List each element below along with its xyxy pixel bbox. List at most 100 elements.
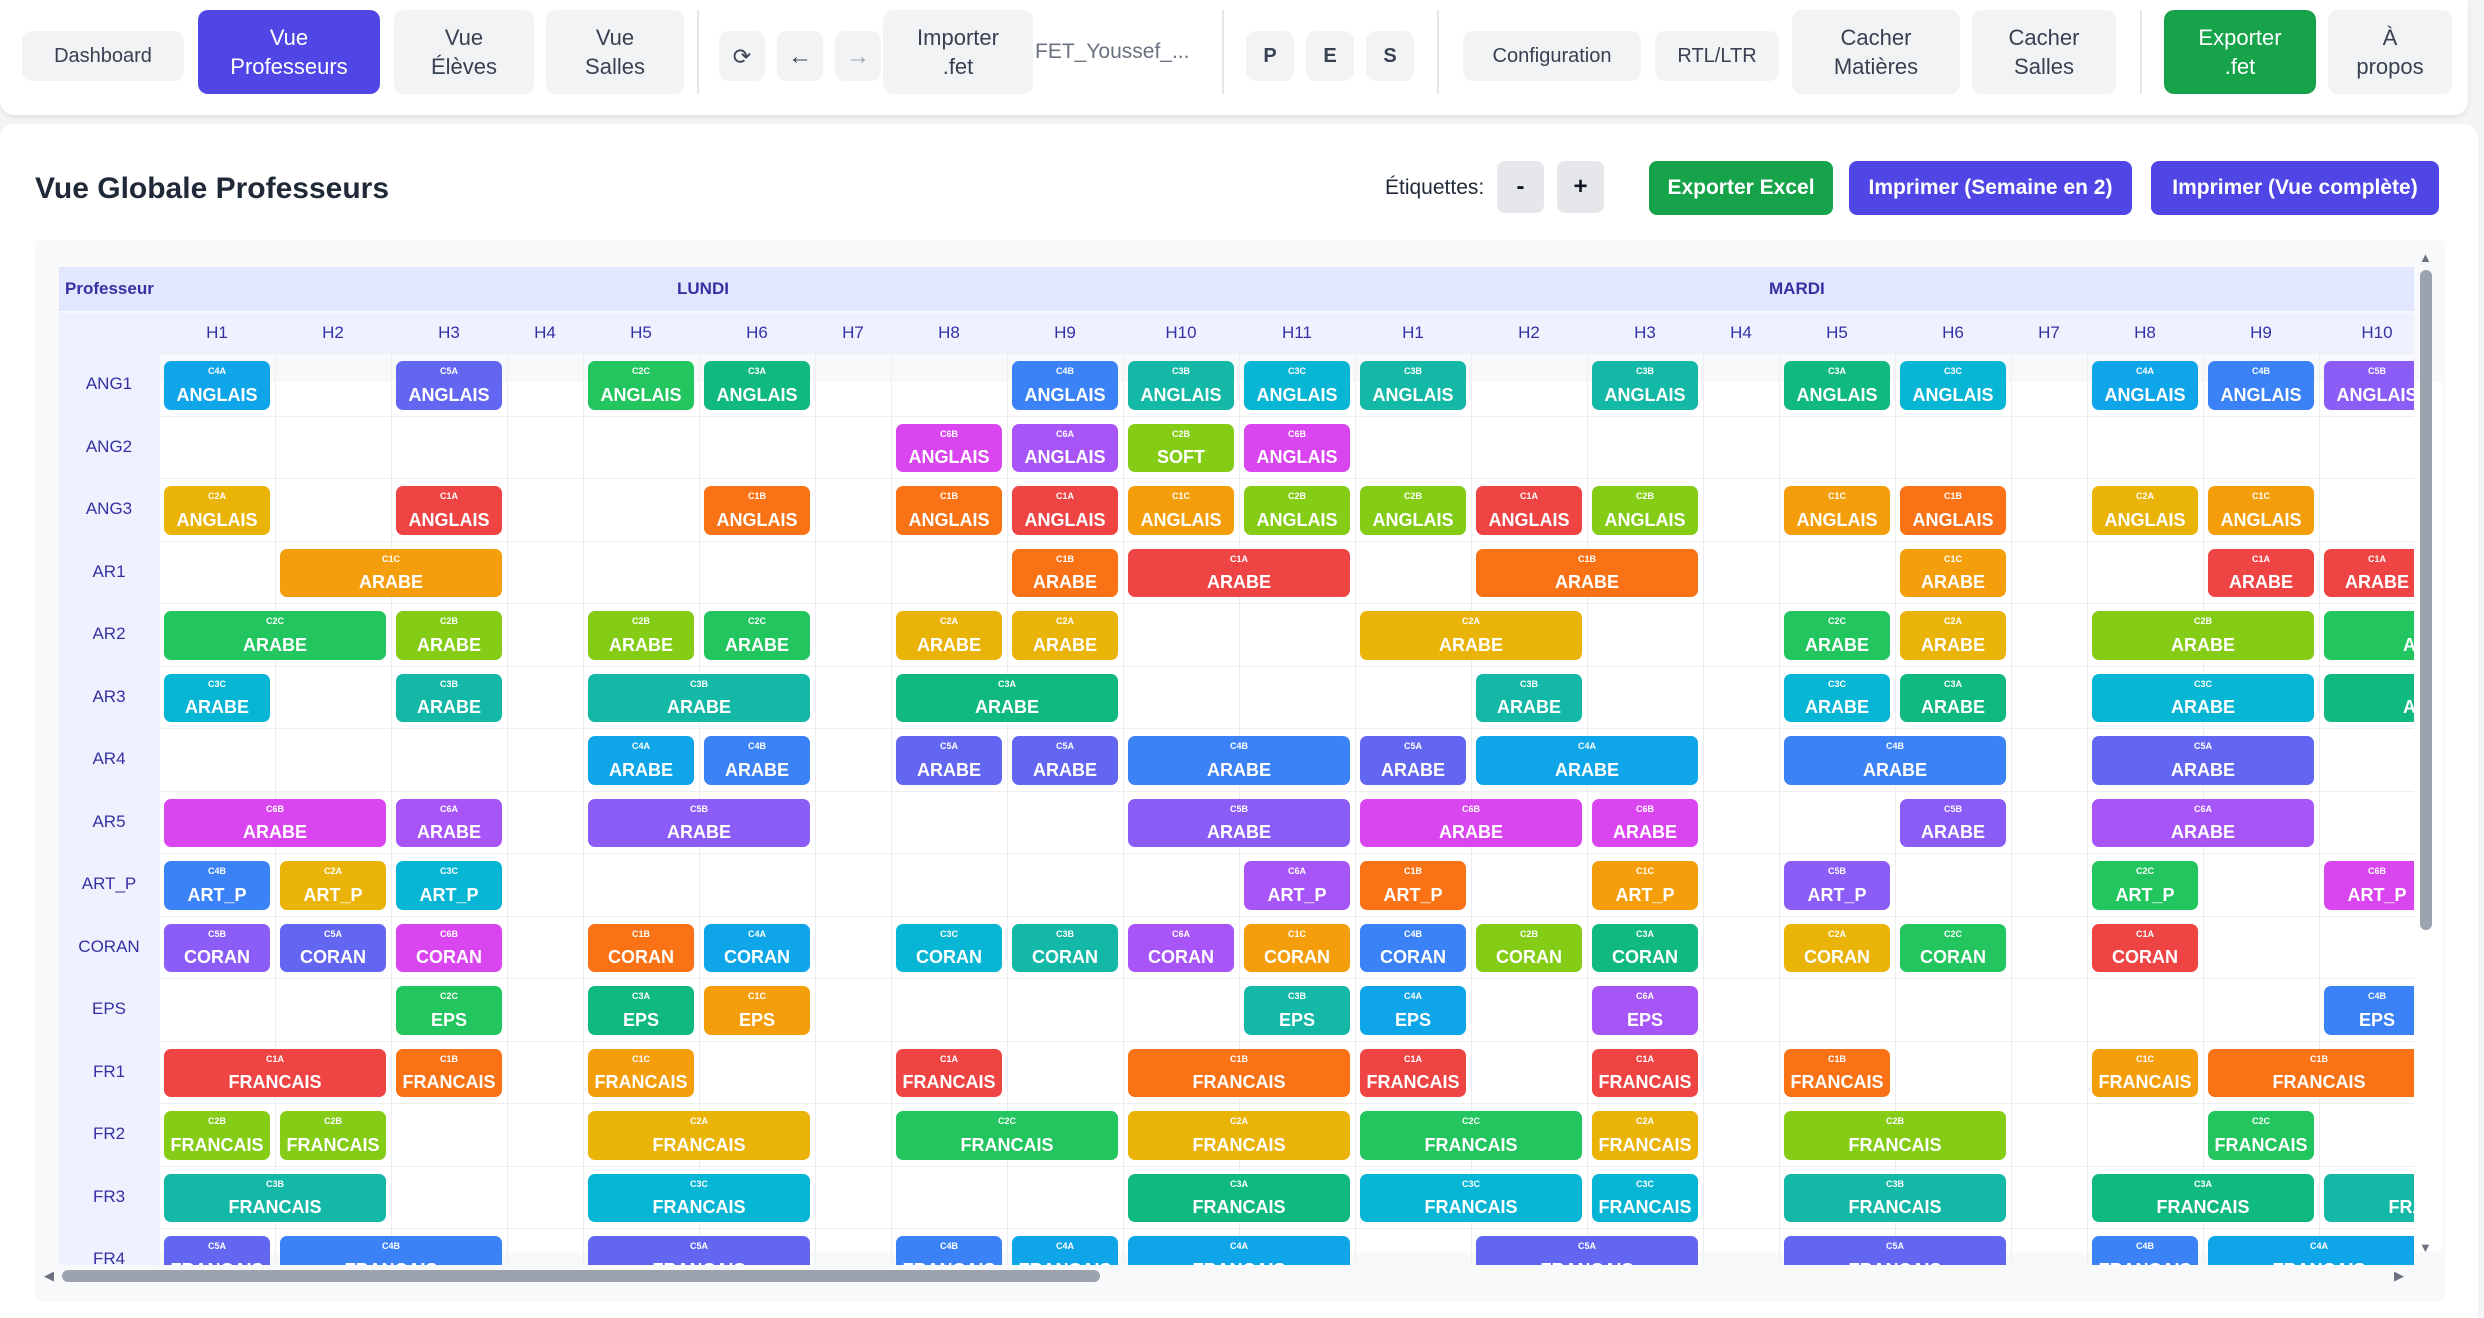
lesson-block[interactable]: C5B ARABE (588, 798, 810, 847)
cacher-matieres-button[interactable]: Cacher Matières (1792, 10, 1960, 94)
scroll-down-arrow-icon[interactable]: ▼ (2419, 1240, 2432, 1255)
print-half-week-button[interactable]: Imprimer (Semaine en 2) (1849, 161, 2132, 215)
scroll-up-arrow-icon[interactable]: ▲ (2419, 250, 2432, 265)
lesson-block[interactable]: C3C ANGLAIS (1244, 361, 1350, 410)
lesson-block[interactable]: C1A FRANCAIS (1592, 1048, 1698, 1097)
lesson-block[interactable]: C3C ARABE (164, 673, 270, 722)
lesson-block[interactable]: C6A ARABE (396, 798, 502, 847)
lesson-block[interactable]: C5B ARABE (1900, 798, 2006, 847)
lesson-block[interactable]: C2B FRANCAIS (164, 1111, 270, 1160)
lesson-block[interactable]: C5B CORAN (164, 923, 270, 972)
lesson-block[interactable]: C3C ARABE (2092, 673, 2314, 722)
lesson-block[interactable]: C3A CORAN (1592, 923, 1698, 972)
lesson-block[interactable]: C5A FRANCAIS (164, 1236, 270, 1265)
lesson-block[interactable]: C3B ANGLAIS (1592, 361, 1698, 410)
lesson-block[interactable]: C4A ARABE (1476, 736, 1698, 785)
lesson-block[interactable]: C2B ANGLAIS (1592, 486, 1698, 535)
horizontal-scrollbar-thumb[interactable] (62, 1270, 1100, 1282)
lesson-block[interactable]: C3C CORAN (896, 923, 1002, 972)
lesson-block[interactable]: C1A FRANCAIS (1360, 1048, 1466, 1097)
lesson-block[interactable]: C4B ARABE (704, 736, 810, 785)
lesson-block[interactable]: C5B ANGLAIS (2324, 361, 2414, 410)
lesson-block[interactable]: C2C FRANCAIS (2208, 1111, 2314, 1160)
lesson-block[interactable]: C1B ANGLAIS (896, 486, 1002, 535)
forward-arrow-icon[interactable]: → (835, 31, 881, 81)
lesson-block[interactable]: C3B FRANCAIS (164, 1173, 386, 1222)
lesson-block[interactable]: C3C ART_P (396, 861, 502, 910)
lesson-block[interactable]: C2C ARABE (2324, 611, 2414, 660)
lesson-block[interactable]: C2C EPS (396, 986, 502, 1035)
rtl-ltr-button[interactable]: RTL/LTR (1655, 31, 1779, 81)
lesson-block[interactable]: C3B FRANCAIS (2324, 1173, 2414, 1222)
exporter-fet-button[interactable]: Exporter .fet (2164, 10, 2316, 94)
lesson-block[interactable]: C2B ARABE (396, 611, 502, 660)
lesson-block[interactable]: C6B CORAN (396, 923, 502, 972)
lesson-block[interactable]: C2A FRANCAIS (588, 1111, 810, 1160)
lesson-block[interactable]: C1B FRANCAIS (2208, 1048, 2414, 1097)
lesson-block[interactable]: C2C CORAN (1900, 923, 2006, 972)
lesson-block[interactable]: C6B ARABE (164, 798, 386, 847)
scroll-left-arrow-icon[interactable]: ◀ (44, 1268, 54, 1284)
lesson-block[interactable]: C5A ARABE (1360, 736, 1466, 785)
lesson-block[interactable]: C3A EPS (588, 986, 694, 1035)
lesson-block[interactable]: C4B FRANCAIS (2092, 1236, 2198, 1265)
lesson-block[interactable]: C2B CORAN (1476, 923, 1582, 972)
lesson-block[interactable]: C1C FRANCAIS (2092, 1048, 2198, 1097)
lesson-block[interactable]: C3B CORAN (1012, 923, 1118, 972)
lesson-block[interactable]: C5A CORAN (280, 923, 386, 972)
lesson-block[interactable]: C3B ANGLAIS (1360, 361, 1466, 410)
lesson-block[interactable]: C1C ART_P (1592, 861, 1698, 910)
lesson-block[interactable]: C3A ARABE (1900, 673, 2006, 722)
lesson-block[interactable]: C1C ARABE (1900, 548, 2006, 597)
lesson-block[interactable]: C4A ANGLAIS (164, 361, 270, 410)
lesson-block[interactable]: C4A FRANCAIS (2208, 1236, 2414, 1265)
lesson-block[interactable]: C6B ARABE (1360, 798, 1582, 847)
lesson-block[interactable]: C1C ANGLAIS (1784, 486, 1890, 535)
lesson-block[interactable]: C1C FRANCAIS (588, 1048, 694, 1097)
lesson-block[interactable]: C4B FRANCAIS (280, 1236, 502, 1265)
lesson-block[interactable]: C1B FRANCAIS (1128, 1048, 1350, 1097)
lesson-block[interactable]: C5B ART_P (1784, 861, 1890, 910)
print-full-view-button[interactable]: Imprimer (Vue complète) (2151, 161, 2439, 215)
lesson-block[interactable]: C3B ARABE (588, 673, 810, 722)
lesson-block[interactable]: C2C FRANCAIS (896, 1111, 1118, 1160)
lesson-block[interactable]: C2A CORAN (1784, 923, 1890, 972)
lesson-block[interactable]: C4A CORAN (704, 923, 810, 972)
lesson-block[interactable]: C2B ANGLAIS (1360, 486, 1466, 535)
lesson-block[interactable]: C4A EPS (1360, 986, 1466, 1035)
lesson-block[interactable]: C4B ARABE (1128, 736, 1350, 785)
lesson-block[interactable]: C2A FRANCAIS (1128, 1111, 1350, 1160)
lesson-block[interactable]: C2B FRANCAIS (280, 1111, 386, 1160)
lesson-block[interactable]: C1C ARABE (280, 548, 502, 597)
lesson-block[interactable]: C2B SOFT (1128, 423, 1234, 472)
lesson-block[interactable]: C3A ANGLAIS (1784, 361, 1890, 410)
lesson-block[interactable]: C2A ANGLAIS (164, 486, 270, 535)
lesson-block[interactable]: C1C ANGLAIS (2208, 486, 2314, 535)
back-arrow-icon[interactable]: ← (777, 31, 823, 81)
lesson-block[interactable]: C4A FRANCAIS (1128, 1236, 1350, 1265)
lesson-block[interactable]: C1B ANGLAIS (1900, 486, 2006, 535)
lesson-block[interactable]: C1A ARABE (2208, 548, 2314, 597)
lesson-block[interactable]: C3A ANGLAIS (704, 361, 810, 410)
lesson-block[interactable]: C4B ANGLAIS (2208, 361, 2314, 410)
lesson-block[interactable]: C6B ART_P (2324, 861, 2414, 910)
lesson-block[interactable]: C3A ARABE (2324, 673, 2414, 722)
lesson-block[interactable]: C4B FRANCAIS (896, 1236, 1002, 1265)
vue-eleves-button[interactable]: Vue Élèves (394, 10, 534, 94)
lesson-block[interactable]: C3C ANGLAIS (1900, 361, 2006, 410)
lesson-block[interactable]: C2C ANGLAIS (588, 361, 694, 410)
lesson-block[interactable]: C3C FRANCAIS (1592, 1173, 1698, 1222)
lesson-block[interactable]: C6A EPS (1592, 986, 1698, 1035)
lesson-block[interactable]: C2A ARABE (896, 611, 1002, 660)
vue-salles-button[interactable]: Vue Salles (546, 10, 684, 94)
lesson-block[interactable]: C2B ARABE (588, 611, 694, 660)
lesson-block[interactable]: C6B ANGLAIS (896, 423, 1002, 472)
lesson-block[interactable]: C3A FRANCAIS (1128, 1173, 1350, 1222)
lesson-block[interactable]: C4B ANGLAIS (1012, 361, 1118, 410)
lesson-block[interactable]: C2A ARABE (1900, 611, 2006, 660)
lesson-block[interactable]: C2C ARABE (1784, 611, 1890, 660)
lesson-block[interactable]: C3C ARABE (1784, 673, 1890, 722)
lesson-block[interactable]: C3A FRANCAIS (2092, 1173, 2314, 1222)
increase-labels-button[interactable]: + (1557, 161, 1604, 213)
lesson-block[interactable]: C6A ART_P (1244, 861, 1350, 910)
